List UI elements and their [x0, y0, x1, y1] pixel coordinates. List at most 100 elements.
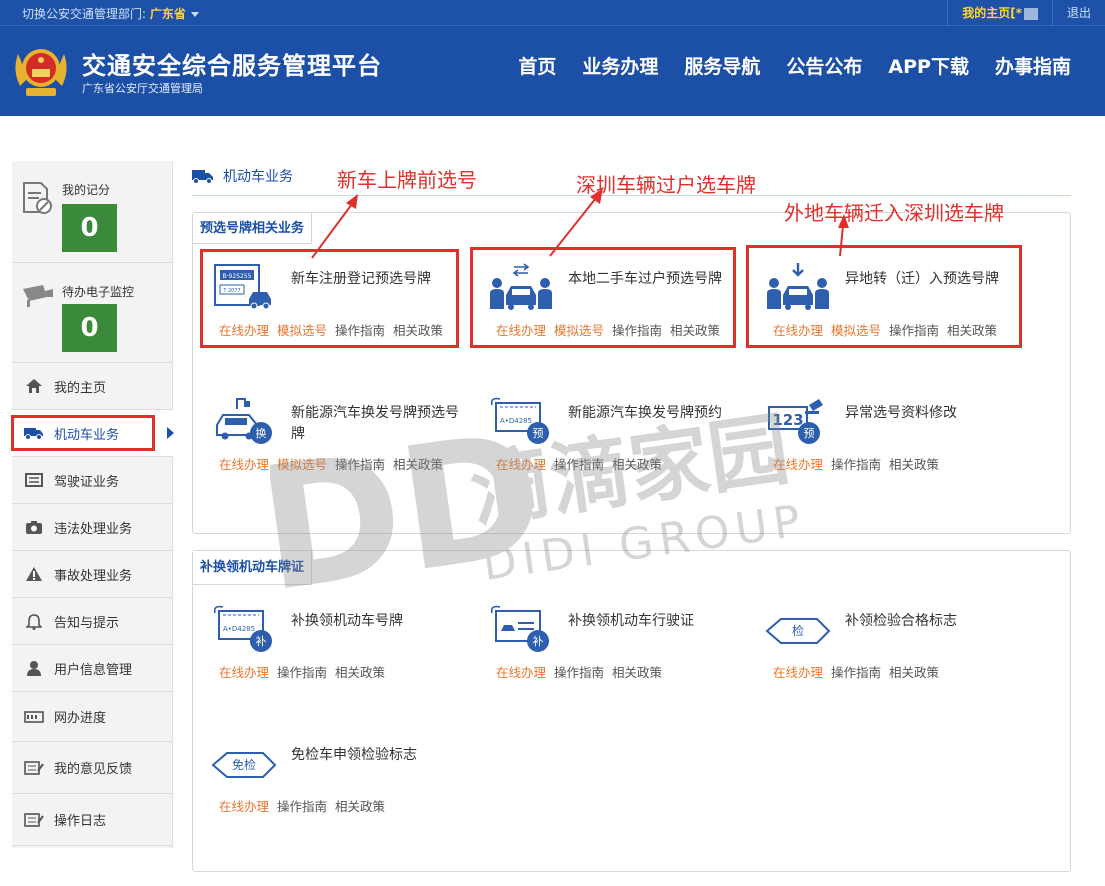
service-title: 异常选号资料修改: [845, 405, 957, 421]
sidebar-item-accident[interactable]: 事故处理业务: [12, 551, 173, 598]
service-abnormal-edit: 123 预 异常选号资料修改 在线办理 操作指南 相关政策: [755, 385, 1015, 475]
panel-title: 补换领机动车牌证: [193, 551, 313, 585]
guide-link[interactable]: 操作指南: [831, 665, 881, 680]
online-link[interactable]: 在线办理: [219, 799, 269, 814]
service-license-replace: 补 补换领机动车行驶证 在线办理 操作指南 相关政策: [478, 593, 738, 683]
policy-link[interactable]: 相关政策: [335, 799, 385, 814]
service-inspection-mark: 检 补领检验合格标志 在线办理 操作指南 相关政策: [755, 593, 1015, 683]
log-icon: [24, 812, 44, 828]
abnormal-edit-icon: 123 预: [768, 399, 823, 444]
annotation-box: [200, 249, 459, 348]
my-home-link[interactable]: 我的主页[*: [947, 0, 1052, 26]
ev-change-icon: 换: [216, 398, 272, 444]
sidebar-item-notice[interactable]: 告知与提示: [12, 598, 173, 645]
sidebar-item-user-info[interactable]: 用户信息管理: [12, 645, 173, 692]
department-label: 切换公安交通管理部门:: [22, 7, 147, 21]
camera-icon: [24, 519, 44, 535]
bell-icon: [24, 613, 44, 630]
truck-icon: [192, 170, 213, 184]
top-bar: 切换公安交通管理部门: 广东省 我的主页[* 退出: [0, 0, 1105, 26]
section-heading: 机动车业务: [192, 166, 293, 186]
nav-service-guide[interactable]: 服务导航: [684, 52, 760, 79]
user-icon: [24, 660, 44, 676]
online-link[interactable]: 在线办理: [496, 457, 546, 472]
badge-text: 换: [256, 426, 267, 440]
sidebar-item-feedback[interactable]: 我的意见反馈: [12, 742, 173, 794]
annotation-box: [746, 245, 1022, 348]
monitor-count: 0: [62, 304, 117, 352]
masked-username: [1023, 7, 1038, 20]
caret-down-icon[interactable]: [190, 12, 199, 17]
annotation-box: [470, 247, 736, 348]
policy-link[interactable]: 相关政策: [889, 457, 939, 472]
online-link[interactable]: 在线办理: [219, 457, 269, 472]
document-pen-icon: [23, 182, 52, 214]
service-ev-appointment: A•D4285 预 新能源汽车换发号牌预约 在线办理 操作指南 相关政策: [478, 385, 738, 475]
active-arrow-icon: [167, 427, 174, 439]
simulate-link[interactable]: 模拟选号: [277, 457, 327, 472]
ev-appointment-icon: A•D4285 预: [490, 397, 549, 444]
guide-link[interactable]: 操作指南: [554, 665, 604, 680]
guide-link[interactable]: 操作指南: [831, 457, 881, 472]
badge-text: 预: [804, 427, 815, 440]
score-count: 0: [62, 204, 117, 252]
sidebar-item-home[interactable]: 我的主页: [12, 363, 173, 410]
guide-link[interactable]: 操作指南: [554, 457, 604, 472]
online-link[interactable]: 在线办理: [773, 457, 823, 472]
online-link[interactable]: 在线办理: [773, 665, 823, 680]
plate-text: A•D4285: [500, 417, 532, 425]
service-title: 补换领机动车号牌: [291, 613, 403, 629]
sidebar-item-violation[interactable]: 违法处理业务: [12, 504, 173, 551]
camera-monitor-icon: [23, 285, 53, 307]
service-exempt-mark: 免检 免检车申领检验标志 在线办理 操作指南 相关政策: [201, 727, 461, 817]
annotation-label: 新车上牌前选号: [337, 168, 477, 192]
guide-link[interactable]: 操作指南: [277, 799, 327, 814]
number-text: 123: [772, 411, 803, 429]
service-title: 补领检验合格标志: [845, 613, 957, 629]
main-nav: 首页 业务办理 服务导航 公告公布 APP下载 办事指南: [518, 52, 1071, 79]
service-title: 新能源汽车换发号牌预约: [568, 405, 722, 421]
service-plate-replace: A•D4285 补 补换领机动车号牌 在线办理 操作指南 相关政策: [201, 593, 461, 683]
badge-text: 免检: [232, 757, 256, 772]
sidebar-item-log[interactable]: 操作日志: [12, 794, 173, 846]
service-title: 免检车申领检验标志: [291, 747, 417, 763]
service-title: 新能源汽车换发号牌预选号牌: [291, 405, 459, 442]
nav-home[interactable]: 首页: [518, 52, 556, 79]
policy-link[interactable]: 相关政策: [612, 665, 662, 680]
guide-link[interactable]: 操作指南: [335, 457, 385, 472]
badge-text: 补: [256, 635, 267, 648]
monitor-label: 待办电子监控: [62, 285, 135, 299]
service-title: 补换领机动车行驶证: [568, 613, 694, 629]
department-value[interactable]: 广东省: [150, 7, 186, 21]
panel-title: 预选号牌相关业务: [193, 213, 313, 244]
sidebar-item-vehicle[interactable]: 机动车业务: [11, 410, 173, 457]
policy-link[interactable]: 相关政策: [889, 665, 939, 680]
service-ev-change-preselect: 换 新能源汽车换发号牌预选号牌 在线办理 模拟选号 操作指南 相关政策: [201, 385, 461, 475]
online-link[interactable]: 在线办理: [219, 665, 269, 680]
online-link[interactable]: 在线办理: [496, 665, 546, 680]
badge-text: 补: [533, 635, 544, 648]
site-header: 交通安全综合服务管理平台 广东省公安厅交通管理局 首页 业务办理 服务导航 公告…: [0, 26, 1105, 116]
policy-link[interactable]: 相关政策: [393, 457, 443, 472]
progress-icon: [24, 709, 44, 725]
nav-business[interactable]: 业务办理: [582, 52, 658, 79]
nav-app-download[interactable]: APP下载: [888, 52, 969, 79]
sidebar-item-progress[interactable]: 网办进度: [12, 692, 173, 742]
guide-link[interactable]: 操作指南: [277, 665, 327, 680]
score-box[interactable]: 我的记分 0: [12, 161, 173, 263]
sidebar-item-driver-license[interactable]: 驾驶证业务: [12, 457, 173, 504]
site-title: 交通安全综合服务管理平台: [82, 52, 382, 80]
plate-replace-icon: A•D4285 补: [213, 605, 272, 652]
policy-link[interactable]: 相关政策: [335, 665, 385, 680]
warning-icon: [24, 566, 44, 582]
department-switcher[interactable]: 切换公安交通管理部门: 广东省: [22, 5, 199, 22]
score-label: 我的记分: [62, 183, 111, 197]
monitor-box[interactable]: 待办电子监控 0: [12, 263, 173, 363]
license-replace-icon: 补: [490, 605, 549, 652]
policy-link[interactable]: 相关政策: [612, 457, 662, 472]
plate-text: A•D4285: [223, 625, 255, 633]
nav-handling-guide[interactable]: 办事指南: [995, 52, 1071, 79]
logout-link[interactable]: 退出: [1051, 0, 1105, 26]
nav-announcements[interactable]: 公告公布: [786, 52, 862, 79]
site-subtitle: 广东省公安厅交通管理局: [82, 82, 203, 95]
